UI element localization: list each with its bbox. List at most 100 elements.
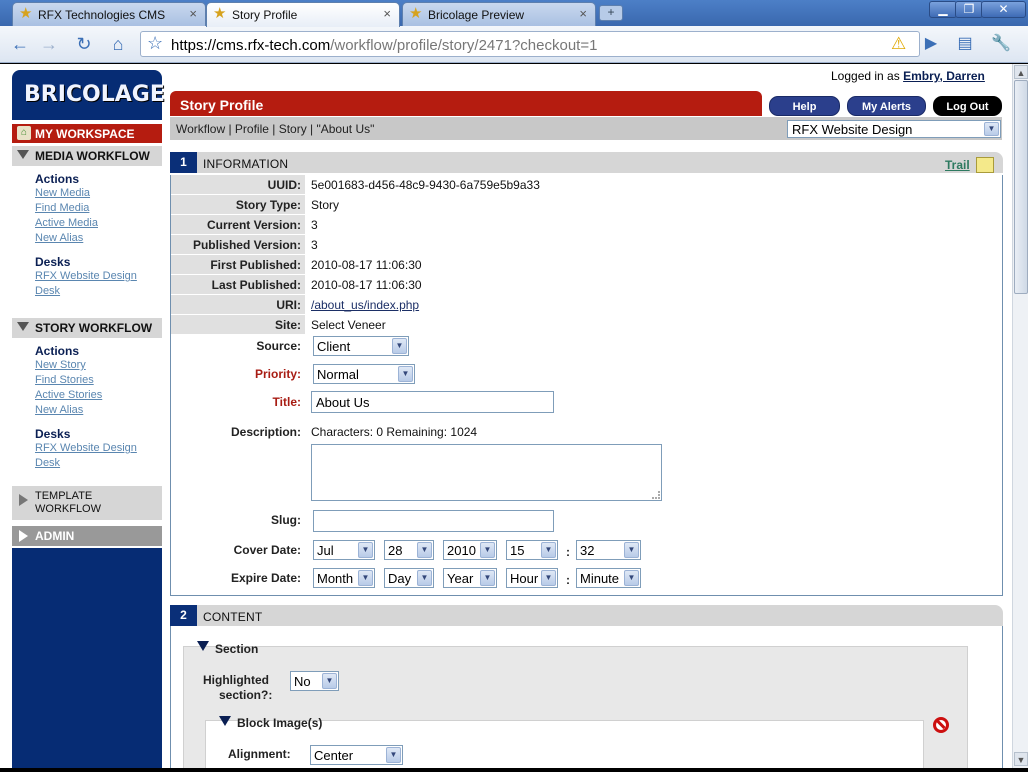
panel-number: 1 — [170, 152, 197, 173]
logged-in-status: Logged in as Embry, Darren — [831, 69, 985, 83]
nav-link-find-stories[interactable]: Find Stories — [35, 374, 94, 386]
cover-date-year-select[interactable]: 2010 ▼ — [443, 540, 497, 560]
highlighted-section-select[interactable]: No ▼ — [290, 671, 339, 691]
nav-link-active-stories[interactable]: Active Stories — [35, 389, 102, 401]
go-arrow-icon[interactable]: ▶ — [920, 33, 942, 55]
expire-date-year-select[interactable]: Year ▼ — [443, 568, 497, 588]
select-value: 2010 — [447, 543, 476, 558]
chevron-down-icon: ▼ — [358, 542, 373, 558]
tab-close-icon[interactable]: × — [579, 6, 587, 21]
browser-tab-bricolage-preview[interactable]: ★ Bricolage Preview × — [402, 2, 596, 26]
new-tab-button[interactable]: + — [599, 5, 623, 21]
page-scrollbar[interactable]: ▲ ▼ — [1012, 64, 1028, 768]
select-value: No — [294, 674, 311, 689]
page-viewport: BRICOLAGE ⌂ MY WORKSPACE MEDIA WORKFLOW … — [0, 64, 1028, 768]
cover-date-month-select[interactable]: Jul ▼ — [313, 540, 375, 560]
my-alerts-button[interactable]: My Alerts — [847, 96, 926, 116]
alignment-select[interactable]: Center ▼ — [310, 745, 403, 765]
cover-date-minute-select[interactable]: 32 ▼ — [576, 540, 641, 560]
admin-header[interactable]: ADMIN — [12, 526, 162, 546]
scroll-up-arrow-icon[interactable]: ▲ — [1014, 65, 1028, 79]
url-path: /workflow/profile/story/2471?checkout=1 — [330, 37, 598, 54]
time-separator: : — [566, 545, 570, 559]
bookmark-star-icon[interactable]: ☆ — [147, 33, 163, 54]
page-menu-icon[interactable]: ▤ — [954, 33, 976, 55]
nav-link-find-media[interactable]: Find Media — [35, 202, 89, 214]
media-workflow-label: MEDIA WORKFLOW — [35, 149, 150, 163]
security-warning-icon[interactable]: ⚠ — [891, 34, 906, 54]
site-select[interactable]: RFX Website Design ▼ — [787, 120, 1001, 138]
select-value: Hour — [510, 571, 539, 586]
cover-date-hour-select[interactable]: 15 ▼ — [506, 540, 558, 560]
delete-icon[interactable] — [933, 717, 949, 733]
published-version-value: 3 — [311, 238, 318, 252]
tab-label: Bricolage Preview — [428, 8, 525, 22]
nav-link-new-story[interactable]: New Story — [35, 359, 86, 371]
browser-tab-story-profile[interactable]: ★ Story Profile × — [206, 2, 400, 27]
template-workflow-header[interactable]: TEMPLATE WORKFLOW — [12, 486, 162, 520]
source-select[interactable]: Client ▼ — [313, 336, 409, 356]
nav-link-story-desk[interactable]: RFX Website Design — [35, 442, 137, 454]
log-out-button[interactable]: Log Out — [933, 96, 1002, 116]
expire-date-minute-select[interactable]: Minute ▼ — [576, 568, 641, 588]
user-name-link[interactable]: Embry, Darren — [903, 69, 985, 83]
tab-close-icon[interactable]: × — [383, 6, 391, 21]
address-bar[interactable]: ☆ https://cms.rfx-tech.com/workflow/prof… — [140, 31, 920, 57]
select-value: Day — [388, 571, 412, 586]
collapsed-triangle-icon — [19, 530, 28, 542]
description-textarea[interactable] — [311, 444, 662, 501]
sticky-note-icon[interactable] — [976, 157, 994, 173]
media-desks-heading: Desks — [35, 255, 71, 269]
uri-label: URI: — [276, 298, 301, 312]
browser-tab-rfx-cms[interactable]: ★ RFX Technologies CMS × — [12, 2, 206, 26]
minimize-window-button[interactable]: ▁ — [929, 1, 957, 18]
wrench-menu-icon[interactable]: 🔧 — [990, 33, 1012, 55]
home-icon[interactable]: ⌂ — [107, 33, 129, 55]
my-workspace-link[interactable]: ⌂ MY WORKSPACE — [12, 124, 162, 143]
nav-link-media-desk-cont[interactable]: Desk — [35, 285, 60, 297]
chevron-down-icon: ▼ — [480, 570, 495, 586]
expire-date-hour-select[interactable]: Hour ▼ — [506, 568, 558, 588]
breadcrumb-bar: Workflow | Profile | Story | "About Us" … — [170, 117, 1002, 140]
reload-icon[interactable]: ↻ — [73, 33, 95, 55]
nav-link-story-desk-cont[interactable]: Desk — [35, 457, 60, 469]
nav-link-new-alias[interactable]: New Alias — [35, 404, 83, 416]
template-workflow-label-line1: TEMPLATE — [35, 490, 93, 502]
collapse-triangle-icon[interactable] — [197, 641, 209, 651]
scroll-down-arrow-icon[interactable]: ▼ — [1014, 752, 1028, 766]
select-value: 15 — [510, 543, 525, 558]
story-type-value: Story — [311, 198, 340, 212]
media-workflow-header[interactable]: MEDIA WORKFLOW — [12, 146, 162, 166]
forward-arrow-icon[interactable]: → — [38, 33, 60, 55]
story-workflow-header[interactable]: STORY WORKFLOW — [12, 318, 162, 338]
expire-date-month-select[interactable]: Month ▼ — [313, 568, 375, 588]
chevron-down-icon: ▼ — [624, 542, 639, 558]
slug-input[interactable] — [313, 510, 554, 532]
expire-date-day-select[interactable]: Day ▼ — [384, 568, 434, 588]
cover-date-day-select[interactable]: 28 ▼ — [384, 540, 434, 560]
block-image-title: Block Image(s) — [237, 716, 323, 730]
tab-close-icon[interactable]: × — [189, 6, 197, 21]
help-button[interactable]: Help — [769, 96, 840, 116]
description-label: Description: — [230, 425, 301, 439]
title-input[interactable]: About Us — [311, 391, 554, 413]
uri-link[interactable]: /about_us/index.php — [311, 298, 419, 312]
chevron-down-icon: ▼ — [322, 673, 337, 689]
logged-in-prefix: Logged in as — [831, 69, 900, 83]
bricolage-logo[interactable]: BRICOLAGE — [12, 70, 165, 120]
nav-link-active-media[interactable]: Active Media — [35, 217, 98, 229]
back-arrow-icon[interactable]: ← — [9, 33, 31, 55]
nav-link-media-desk[interactable]: RFX Website Design — [35, 270, 137, 282]
scrollbar-thumb[interactable] — [1014, 80, 1028, 294]
resize-grip-icon[interactable] — [652, 491, 660, 499]
breadcrumb[interactable]: Workflow | Profile | Story | "About Us" — [176, 122, 374, 136]
nav-link-new-media[interactable]: New Media — [35, 187, 90, 199]
close-window-button[interactable]: ✕ — [981, 1, 1026, 18]
collapse-triangle-icon[interactable] — [219, 716, 231, 726]
trail-link[interactable]: Trail — [945, 158, 970, 172]
priority-select[interactable]: Normal ▼ — [313, 364, 415, 384]
nav-link-new-alias[interactable]: New Alias — [35, 232, 83, 244]
maximize-window-button[interactable]: ❐ — [955, 1, 983, 18]
story-workflow-label: STORY WORKFLOW — [35, 321, 153, 335]
select-value: Year — [447, 571, 474, 586]
